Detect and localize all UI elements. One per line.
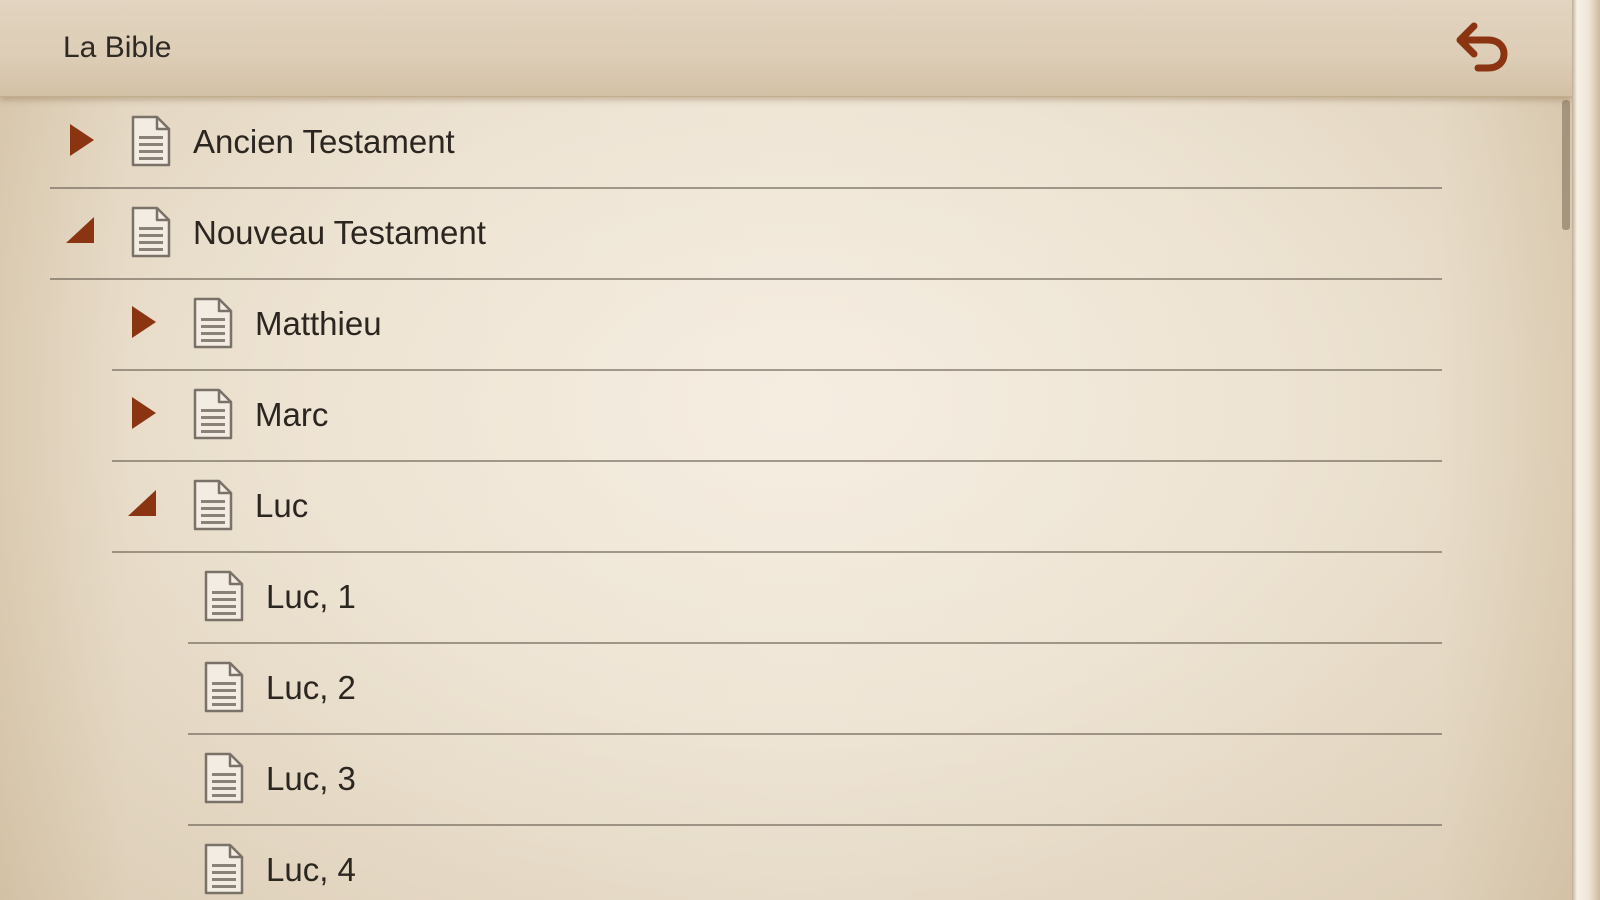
document-icon [189, 387, 235, 441]
expand-arrow-icon[interactable] [124, 302, 164, 342]
app-window: La Bible Ancien Testament Nouveau Testame… [0, 0, 1600, 900]
tree-item[interactable]: Marc [0, 369, 1572, 462]
tree-item-label: Matthieu [255, 305, 382, 342]
tree-item-label: Luc [255, 487, 309, 524]
scrollbar-thumb[interactable] [1562, 100, 1570, 230]
expand-arrow-icon[interactable] [62, 120, 102, 160]
expand-arrow-icon[interactable] [124, 393, 164, 433]
document-icon [189, 296, 235, 350]
tree-item[interactable]: Luc, 3 [0, 733, 1572, 826]
collapse-arrow-icon[interactable] [124, 484, 164, 524]
document-icon [200, 569, 246, 623]
page-edge [1572, 0, 1600, 900]
tree-item[interactable]: Matthieu [0, 278, 1572, 371]
collapse-arrow-icon[interactable] [62, 211, 102, 251]
tree-item[interactable]: Luc, 1 [0, 551, 1572, 644]
tree-item-label: Luc, 1 [266, 578, 356, 615]
app-header: La Bible [0, 0, 1572, 97]
document-icon [127, 114, 173, 168]
tree-item[interactable]: Ancien Testament [0, 96, 1572, 189]
undo-arrow-icon [1456, 22, 1508, 72]
bible-tree: Ancien Testament Nouveau Testament Matthie… [0, 96, 1572, 900]
document-icon [127, 205, 173, 259]
tree-item-label: Marc [255, 396, 329, 433]
document-icon [200, 751, 246, 805]
back-button[interactable] [1452, 20, 1512, 76]
page-title: La Bible [63, 31, 172, 64]
tree-item-label: Ancien Testament [193, 123, 455, 160]
tree-item[interactable]: Nouveau Testament [0, 187, 1572, 280]
tree-item-label: Luc, 2 [266, 669, 356, 706]
document-icon [200, 660, 246, 714]
tree-item-label: Luc, 4 [266, 851, 356, 888]
tree-item[interactable]: Luc [0, 460, 1572, 553]
document-icon [200, 842, 246, 896]
document-icon [189, 478, 235, 532]
tree-item[interactable]: Luc, 2 [0, 642, 1572, 735]
tree-item-label: Nouveau Testament [193, 214, 486, 251]
tree-item[interactable]: Luc, 4 [0, 824, 1572, 900]
tree-item-label: Luc, 3 [266, 760, 356, 797]
